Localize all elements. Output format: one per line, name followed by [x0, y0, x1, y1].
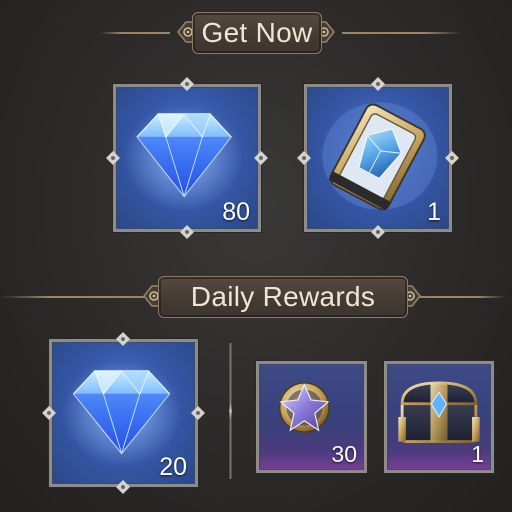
reward-tile-chest[interactable]: 1	[384, 361, 494, 473]
reward-count: 80	[222, 198, 250, 226]
banner-line-left	[0, 296, 160, 298]
reward-tile-emblem[interactable]: 1	[304, 84, 452, 232]
get-now-title: Get Now	[201, 17, 313, 48]
reward-count: 20	[159, 453, 187, 481]
tile-ornament-icon	[106, 151, 120, 165]
tile-ornament-icon	[254, 151, 268, 165]
banner-line-right	[416, 296, 506, 298]
tile-ornament-icon	[42, 406, 56, 420]
reward-count: 1	[471, 441, 484, 467]
reward-tile-star-medal[interactable]: 30	[256, 361, 367, 473]
tile-ornament-icon	[116, 480, 130, 494]
get-now-plate: Get Now	[192, 12, 322, 54]
daily-rewards-title: Daily Rewards	[190, 281, 376, 312]
banner-line-right	[342, 32, 462, 34]
reward-count: 1	[427, 198, 441, 226]
daily-rewards-banner: Daily Rewards	[0, 274, 506, 320]
get-now-banner: Get Now	[100, 10, 462, 56]
reward-tile-diamond[interactable]: 20	[49, 339, 198, 487]
banner-line-left	[100, 32, 170, 34]
tile-ornament-icon	[371, 77, 385, 91]
tile-ornament-icon	[191, 406, 205, 420]
tile-ornament-icon	[180, 77, 194, 91]
reward-tile-diamond[interactable]: 80	[113, 84, 261, 232]
daily-rewards-plate: Daily Rewards	[158, 276, 408, 318]
tile-ornament-icon	[180, 225, 194, 239]
tile-ornament-icon	[371, 225, 385, 239]
reward-count: 30	[331, 441, 357, 467]
reward-panel: Get Now 80 1 Daily Rewards 20 30 1	[0, 0, 512, 512]
tile-ornament-icon	[116, 332, 130, 346]
tile-ornament-icon	[297, 151, 311, 165]
tile-ornament-icon	[445, 151, 459, 165]
section-divider	[229, 343, 232, 479]
